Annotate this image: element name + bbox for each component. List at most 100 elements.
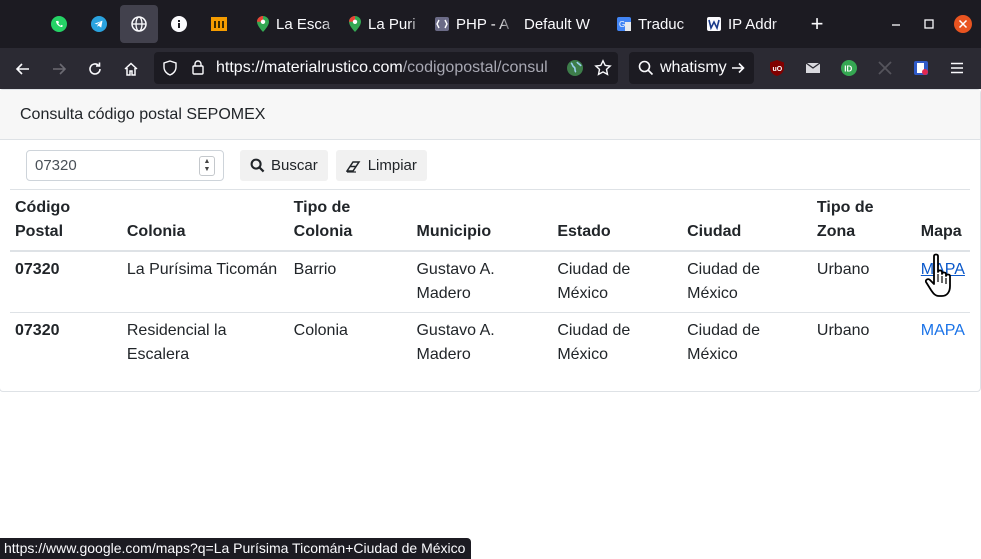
app-menu-button[interactable] bbox=[947, 58, 967, 78]
id-extension-button[interactable]: ID bbox=[839, 58, 859, 78]
reload-icon bbox=[89, 62, 101, 75]
pinned-tab-app[interactable] bbox=[200, 5, 238, 43]
cell-colonia: La Purísima Ticomán bbox=[121, 250, 289, 313]
tab-strip: La Esca La Puri PHP - A Default W G Trad… bbox=[0, 0, 981, 48]
telegram-icon bbox=[91, 16, 107, 32]
spin-up-icon[interactable]: ▲ bbox=[204, 158, 211, 166]
buscar-button[interactable]: Buscar bbox=[240, 150, 328, 181]
tab-title: La Puri bbox=[368, 15, 416, 33]
pinned-tab-globe[interactable] bbox=[120, 5, 158, 43]
table-row: 07320 La Purísima Ticomán Barrio Gustavo… bbox=[10, 250, 970, 313]
whatsapp-icon bbox=[51, 16, 67, 32]
minimize-icon bbox=[892, 24, 900, 26]
back-button[interactable] bbox=[6, 52, 40, 86]
header-ciudad: Ciudad bbox=[682, 189, 812, 252]
cell-estado: Ciudad de México bbox=[552, 312, 683, 373]
tab-3[interactable]: Default W bbox=[516, 5, 608, 43]
cell-municipio: Gustavo A. Madero bbox=[411, 312, 553, 373]
results-table: Código Postal Colonia Tipo de Colonia Muni… bbox=[10, 189, 970, 373]
cell-estado: Ciudad de México bbox=[552, 250, 683, 313]
search-bar[interactable]: whatismy bbox=[629, 52, 754, 84]
reload-button[interactable] bbox=[78, 52, 112, 86]
header-tipo-colonia: Tipo de Colonia bbox=[288, 189, 412, 252]
ublock-extension-button[interactable]: uO bbox=[767, 58, 787, 78]
search-icon bbox=[638, 60, 654, 81]
maps-pin-icon bbox=[256, 15, 270, 33]
address-bar[interactable]: https://materialrustico.com/codigopostal… bbox=[154, 52, 618, 84]
header-municipio: Municipio bbox=[411, 189, 553, 252]
table-row: 07320 Residencial la Escalera Colonia Gu… bbox=[10, 312, 970, 373]
eraser-icon bbox=[345, 160, 361, 173]
mail-icon bbox=[805, 62, 821, 73]
header-mapa: Mapa bbox=[915, 189, 970, 252]
url-host: https://materialrustico.com bbox=[216, 59, 403, 76]
cell-mapa: MAPA bbox=[915, 312, 970, 373]
page-title: Consulta código postal SEPOMEX bbox=[0, 90, 980, 140]
tab-title: La Esca bbox=[276, 15, 331, 33]
php-doc-icon bbox=[434, 16, 450, 32]
buscar-label: Buscar bbox=[271, 157, 318, 174]
map-link[interactable]: MAPA bbox=[921, 322, 965, 339]
cell-colonia: Residencial la Escalera bbox=[121, 312, 289, 373]
mail-extension-button[interactable] bbox=[803, 58, 823, 78]
spin-down-icon[interactable]: ▼ bbox=[204, 166, 211, 174]
close-window-button[interactable] bbox=[950, 0, 976, 48]
header-codigo-postal: Código Postal bbox=[10, 189, 122, 252]
pinned-tab-whatsapp[interactable] bbox=[40, 5, 78, 43]
translate-globe-icon[interactable] bbox=[566, 59, 584, 82]
table-header-row: Código Postal Colonia Tipo de Colonia Muni… bbox=[10, 189, 970, 252]
minimize-button[interactable] bbox=[883, 0, 909, 48]
svg-text:uO: uO bbox=[773, 66, 783, 73]
page-content: Consulta código postal SEPOMEX 07320 ▲ ▼… bbox=[0, 89, 981, 559]
shield-badge-icon bbox=[914, 61, 928, 75]
cell-tipo-colonia: Barrio bbox=[288, 250, 412, 313]
id-badge-icon: ID bbox=[841, 60, 857, 76]
lock-icon[interactable] bbox=[190, 59, 206, 81]
tab-0[interactable]: La Esca bbox=[248, 5, 340, 43]
cell-codigo-postal: 07320 bbox=[10, 250, 122, 313]
svg-text:ID: ID bbox=[844, 65, 852, 74]
maximize-icon bbox=[924, 19, 934, 29]
close-icon bbox=[954, 15, 972, 33]
tab-title: IP Addr bbox=[728, 15, 777, 33]
header-tipo-zona: Tipo de Zona bbox=[811, 189, 916, 252]
cell-codigo-postal: 07320 bbox=[10, 312, 122, 373]
tab-title: Default W bbox=[524, 15, 590, 33]
url-path: /codigopostal/consul bbox=[402, 59, 548, 76]
header-estado: Estado bbox=[552, 189, 683, 252]
cell-ciudad: Ciudad de México bbox=[682, 250, 812, 313]
tab-5[interactable]: IP Addr bbox=[698, 5, 790, 43]
app-icon bbox=[211, 17, 227, 31]
pinned-tab-telegram[interactable] bbox=[80, 5, 118, 43]
tab-2[interactable]: PHP - A bbox=[426, 5, 516, 43]
tab-1[interactable]: La Puri bbox=[340, 5, 426, 43]
hamburger-menu-icon bbox=[951, 62, 963, 74]
limpiar-label: Limpiar bbox=[367, 157, 417, 174]
maximize-button[interactable] bbox=[916, 0, 942, 48]
svg-text:G: G bbox=[619, 20, 625, 29]
postal-code-input[interactable]: 07320 ▲ ▼ bbox=[26, 150, 224, 181]
search-form: 07320 ▲ ▼ Buscar Limpiar bbox=[26, 150, 427, 181]
ublock-icon: uO bbox=[770, 60, 784, 76]
bookmark-star-icon[interactable] bbox=[594, 59, 612, 82]
new-tab-button[interactable]: + bbox=[798, 5, 836, 43]
container-extension-button[interactable] bbox=[911, 58, 931, 78]
search-go-icon[interactable] bbox=[730, 60, 746, 81]
pinned-tab-info[interactable] bbox=[160, 5, 198, 43]
link-status-bar: https://www.google.com/maps?q=La Purísim… bbox=[0, 538, 472, 559]
back-arrow-icon bbox=[15, 62, 29, 75]
cell-tipo-colonia: Colonia bbox=[288, 312, 412, 373]
tracking-shield-icon[interactable] bbox=[162, 60, 178, 81]
tab-4[interactable]: G Traduc bbox=[608, 5, 698, 43]
forward-button[interactable] bbox=[42, 52, 76, 86]
home-button[interactable] bbox=[114, 52, 148, 86]
url-text[interactable]: https://materialrustico.com/codigopostal… bbox=[216, 59, 561, 77]
number-spinner[interactable]: ▲ ▼ bbox=[199, 156, 215, 176]
limpiar-button[interactable]: Limpiar bbox=[335, 150, 427, 181]
tab-title: Traduc bbox=[638, 15, 685, 33]
map-link[interactable]: MAPA bbox=[921, 261, 965, 278]
disabled-extension-button[interactable] bbox=[875, 58, 895, 78]
cell-tipo-zona: Urbano bbox=[811, 312, 916, 373]
search-input[interactable]: whatismy bbox=[660, 59, 728, 77]
whatismyip-icon bbox=[706, 16, 722, 32]
